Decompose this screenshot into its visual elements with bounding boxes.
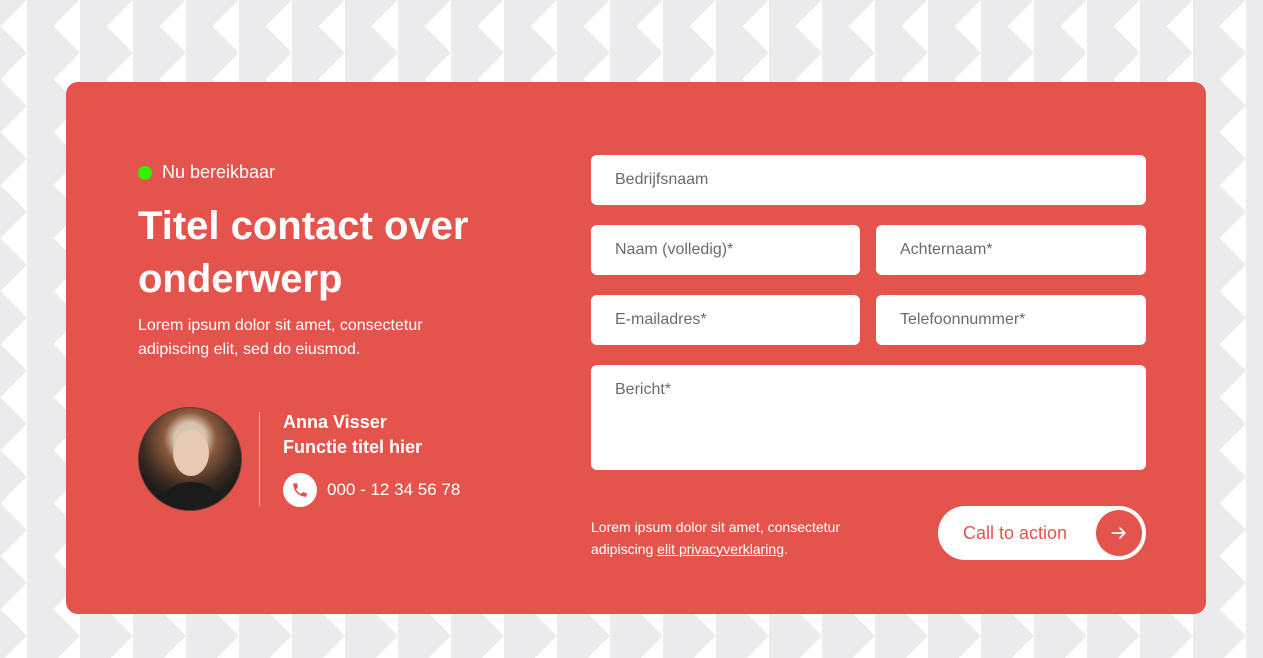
first-name-field[interactable]: Naam (volledig)* [591, 225, 860, 275]
cta-button[interactable]: Call to action [938, 506, 1146, 560]
arrow-right-icon [1096, 510, 1142, 556]
avatar-body [153, 482, 229, 510]
intro-text: Lorem ipsum dolor sit amet, consectetur … [138, 317, 423, 358]
privacy-link[interactable]: elit privacyverklaring [657, 541, 784, 557]
email-field[interactable]: E-mailadres* [591, 295, 860, 345]
page-title: Titel contact over onderwerp [138, 204, 469, 301]
avatar-face [173, 430, 209, 476]
availability-status: Nu bereikbaar [138, 162, 275, 183]
consent-text: Lorem ipsum dolor sit amet, consectetur … [591, 516, 891, 560]
phone-number: 000 - 12 34 56 78 [327, 480, 461, 499]
cta-label: Call to action [963, 522, 1068, 543]
divider [259, 412, 260, 506]
phone-icon [283, 473, 317, 507]
contact-name: Anna Visser [283, 412, 387, 432]
contact-card: Nu bereikbaar Titel contact over onderwe… [66, 82, 1206, 614]
company-field[interactable]: Bedrijfsnaam [591, 155, 1146, 205]
status-dot-icon [138, 165, 152, 180]
phone-field[interactable]: Telefoonnummer* [876, 295, 1146, 345]
message-field[interactable]: Bericht* [591, 365, 1146, 470]
status-label: Nu bereikbaar [162, 162, 276, 182]
phone-link[interactable]: 000 - 12 34 56 78 [283, 473, 460, 507]
consent-text-after: . [783, 541, 788, 557]
last-name-field[interactable]: Achternaam* [876, 225, 1146, 275]
contact-role: Functie titel hier [283, 437, 423, 457]
avatar [138, 407, 242, 511]
